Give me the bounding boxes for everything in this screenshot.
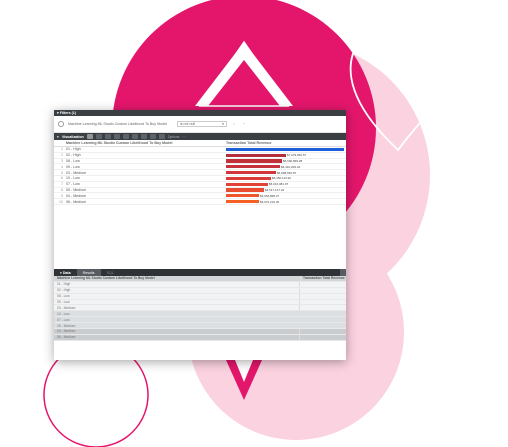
remove-filter-icon[interactable]: × bbox=[231, 122, 237, 126]
measure-column-header[interactable]: Transaction Total Revenue bbox=[226, 141, 271, 145]
revenue-bar[interactable] bbox=[226, 147, 344, 151]
filter-field-label: Machine Learning ML Studio Custom Likeli… bbox=[68, 122, 167, 126]
data-measure-cell bbox=[299, 281, 346, 287]
row-index: 2 bbox=[61, 153, 63, 158]
revenue-bar[interactable] bbox=[226, 194, 259, 198]
data-category-cell: 03 - Medium bbox=[57, 305, 76, 310]
visualization-table-header: Machine Learning ML Studio Custom Likeli… bbox=[54, 140, 346, 147]
row-index: 4 bbox=[61, 164, 63, 169]
row-index: 6 bbox=[61, 176, 63, 181]
filter-operator-value: is not null bbox=[179, 122, 196, 126]
data-category-cell: 08 - Low bbox=[57, 294, 70, 299]
table-row[interactable]: 06 - Medium bbox=[54, 334, 346, 341]
row-index: 9 bbox=[61, 193, 63, 198]
data-measure-cell bbox=[299, 293, 346, 299]
category-label: 03 - Medium bbox=[66, 170, 86, 175]
revenue-bar[interactable] bbox=[226, 188, 264, 192]
revenue-bar[interactable] bbox=[226, 165, 280, 169]
revenue-bar[interactable] bbox=[226, 176, 271, 180]
tab-results[interactable]: Results bbox=[76, 269, 101, 276]
bar-chart-icon[interactable] bbox=[104, 134, 111, 139]
row-index: 8 bbox=[61, 187, 63, 192]
category-label: 08 - Low bbox=[66, 158, 80, 163]
data-measure-cell bbox=[299, 317, 346, 323]
bar-value-label: $3,972,219.30 bbox=[260, 199, 280, 204]
data-settings-icon[interactable] bbox=[340, 269, 346, 276]
data-category-cell: 04 - Medium bbox=[57, 329, 76, 334]
data-title-label: Data bbox=[62, 270, 71, 275]
row-index: 10 bbox=[59, 199, 63, 204]
row-index: 5 bbox=[61, 170, 63, 175]
map-viz-icon[interactable] bbox=[149, 134, 156, 139]
row-index: 1 bbox=[61, 147, 63, 152]
data-category-cell: 10 - Low bbox=[57, 311, 70, 316]
category-label: 07 - Low bbox=[66, 182, 80, 187]
category-column-header[interactable]: Machine Learning ML Studio Custom Likeli… bbox=[66, 141, 226, 145]
column-chart-icon[interactable] bbox=[95, 134, 102, 139]
tab-sql[interactable]: SQL bbox=[101, 269, 120, 276]
data-results-table: Machine Learning ML Studio Custom Likeli… bbox=[54, 276, 346, 341]
data-measure-cell bbox=[299, 299, 346, 305]
filter-checkbox[interactable] bbox=[58, 121, 64, 127]
bar-value-label: $6,410,209.44 bbox=[281, 164, 301, 169]
row-index: 3 bbox=[61, 158, 63, 163]
single-value-icon[interactable] bbox=[158, 134, 165, 139]
filters-title: Filters (1) bbox=[59, 111, 76, 115]
line-chart-icon[interactable] bbox=[122, 134, 129, 139]
data-measure-cell bbox=[299, 329, 346, 334]
revenue-bar[interactable] bbox=[226, 153, 286, 157]
bar-value-label: $5,350,113.92 bbox=[272, 176, 291, 181]
bar-value-label: $5,016,081.97 bbox=[269, 182, 289, 187]
visualization-title: Visualization bbox=[61, 134, 84, 139]
data-category-cell: 05 - Medium bbox=[57, 323, 76, 328]
data-panel-header: ▾ Data Results SQL bbox=[54, 269, 346, 276]
data-measure-cell bbox=[299, 287, 346, 293]
revenue-bar[interactable] bbox=[226, 182, 268, 186]
data-measure-cell bbox=[299, 305, 346, 311]
bar-value-label: $3,952,868.27 bbox=[260, 193, 280, 198]
data-measure-cell bbox=[299, 323, 346, 329]
visualization-header: ▾ Visualization Options ··· bbox=[54, 133, 346, 140]
collapse-caret-icon[interactable]: ▾ bbox=[57, 135, 59, 139]
category-label: 02 - High bbox=[66, 153, 81, 158]
category-label: 05 - Medium bbox=[66, 187, 86, 192]
category-label: 04 - Medium bbox=[66, 193, 86, 198]
options-button[interactable]: Options bbox=[168, 135, 180, 139]
data-measure-cell bbox=[299, 334, 346, 340]
revenue-bar[interactable] bbox=[226, 170, 276, 175]
pie-chart-icon[interactable] bbox=[140, 134, 147, 139]
revenue-bar[interactable] bbox=[226, 199, 259, 204]
category-label: 10 - Low bbox=[66, 176, 80, 181]
area-chart-icon[interactable] bbox=[131, 134, 138, 139]
data-category-cell: 01 - High bbox=[57, 282, 71, 287]
data-category-cell: 07 - Low bbox=[57, 317, 70, 322]
analytics-window: ▾ Filters (1) Machine Learning ML Studio… bbox=[54, 110, 346, 360]
category-label: 09 - Low bbox=[66, 164, 80, 169]
filter-row: Machine Learning ML Studio Custom Likeli… bbox=[54, 116, 346, 133]
add-filter-icon[interactable]: + bbox=[241, 122, 247, 126]
more-options-icon[interactable]: ··· bbox=[182, 135, 185, 139]
data-panel-title[interactable]: ▾ Data bbox=[54, 269, 77, 276]
filter-operator-select[interactable]: is not null ▾ bbox=[176, 121, 227, 127]
category-label: 06 - Medium bbox=[66, 199, 86, 204]
bar-value-label: $4,517,147.22 bbox=[265, 187, 285, 192]
data-measure-cell bbox=[299, 311, 346, 317]
data-category-cell: 02 - High bbox=[57, 288, 71, 293]
visualization-bar-table: 1 01 - High 2 02 - High $7,079,060.57 3 08 - L… bbox=[54, 147, 346, 205]
table-viz-icon[interactable] bbox=[86, 134, 93, 139]
data-measure-header[interactable]: Transaction Total Revenue bbox=[300, 276, 346, 281]
bar-value-label: $6,690,899.28 bbox=[283, 158, 303, 163]
row-index: 7 bbox=[61, 182, 63, 187]
bar-value-label: $5,898,699.87 bbox=[277, 170, 297, 175]
chevron-down-icon: ▾ bbox=[222, 122, 224, 126]
data-category-cell: 09 - Low bbox=[57, 300, 70, 304]
revenue-bar[interactable] bbox=[226, 159, 282, 163]
bar-value-label: $7,079,060.57 bbox=[287, 153, 307, 158]
data-category-header[interactable]: Machine Learning ML Studio Custom Likeli… bbox=[54, 276, 300, 280]
scatter-chart-icon[interactable] bbox=[113, 134, 120, 139]
data-category-cell: 06 - Medium bbox=[57, 335, 76, 340]
category-label: 01 - High bbox=[66, 147, 81, 152]
viz-row: 10 06 - Medium $3,972,219.30 bbox=[54, 199, 346, 205]
